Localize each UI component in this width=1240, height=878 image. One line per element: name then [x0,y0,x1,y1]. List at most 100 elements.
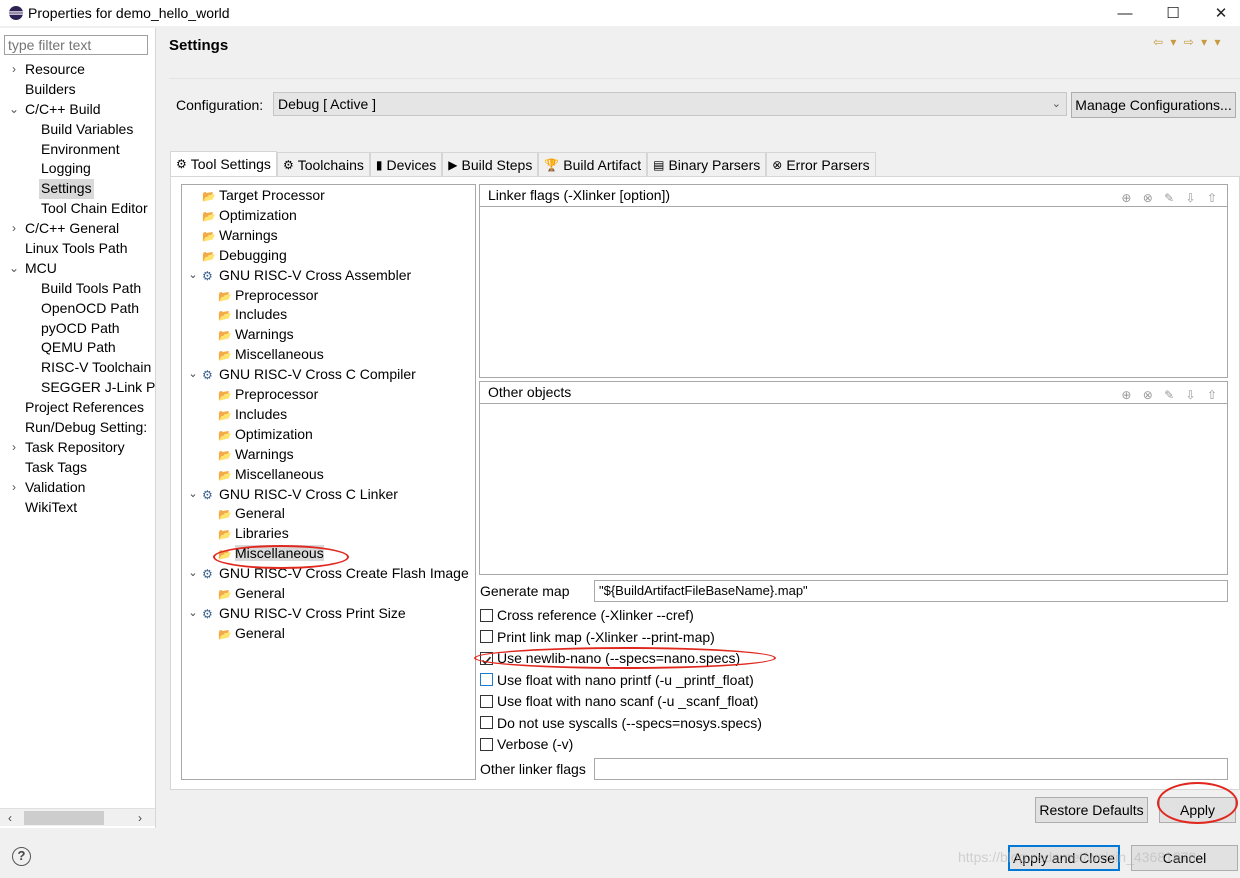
tab-toolchains[interactable]: ⚙ Toolchains [276,152,370,176]
nav-item-environment[interactable]: Environment [0,140,155,160]
nav-item-task-repository[interactable]: › Task Repository [0,438,155,458]
nav-item-build-variables[interactable]: Build Variables [0,120,155,140]
scroll-left-arrow-icon[interactable]: ‹ [2,809,18,827]
chevron-down-icon[interactable]: ⌄ [187,365,199,385]
checkbox[interactable] [480,608,493,622]
nav-item-c-c-general[interactable]: › C/C++ General [0,219,155,239]
other-objects-list[interactable]: Other objects ⊕ ⊗ ✎ ⇩ ⇧ [479,381,1228,575]
nav-item-pyocd-path[interactable]: pyOCD Path [0,319,155,339]
nav-item-logging[interactable]: Logging [0,159,155,179]
tree-item-gnu-risc-v-cross-c-compiler[interactable]: ⌄ ⚙ GNU RISC-V Cross C Compiler [188,365,415,385]
tree-item-gnu-risc-v-cross-assembler[interactable]: ⌄ ⚙ GNU RISC-V Cross Assembler [188,266,411,286]
tab-error-parsers[interactable]: ⊗ Error Parsers [766,152,876,176]
tree-item-optimization[interactable]: 📂 Optimization [202,206,297,226]
nav-item-tool-chain-editor[interactable]: Tool Chain Editor [0,199,155,219]
checkbox[interactable] [480,673,493,686]
close-button[interactable]: ✕ [1197,0,1240,26]
nav-item-openocd-path[interactable]: OpenOCD Path [0,299,155,319]
list-toolbar-icons[interactable]: ⊕ ⊗ ✎ ⇩ ⇧ [1121,385,1221,406]
nav-item-mcu[interactable]: ⌄ MCU [0,259,155,279]
scrollbar-thumb[interactable] [24,811,104,825]
checkbox[interactable] [480,630,493,643]
tree-item-miscellaneous[interactable]: 📂 Miscellaneous [218,345,324,365]
checkbox-row[interactable]: Use float with nano printf (-u _printf_f… [480,670,754,690]
configuration-value: Debug [ Active ] [278,96,377,112]
nav-item-risc-v-toolchain[interactable]: RISC-V Toolchain [0,358,155,378]
restore-defaults-button[interactable]: Restore Defaults [1035,797,1148,823]
maximize-button[interactable]: ☐ [1149,0,1197,26]
nav-item-c-c-build[interactable]: ⌄ C/C++ Build [0,100,155,120]
chevron-right-icon[interactable]: › [8,438,20,458]
tree-item-gnu-risc-v-cross-print-size[interactable]: ⌄ ⚙ GNU RISC-V Cross Print Size [188,604,405,624]
list-toolbar-icons[interactable]: ⊕ ⊗ ✎ ⇩ ⇧ [1121,188,1221,209]
tree-item-preprocessor[interactable]: 📂 Preprocessor [218,286,318,306]
tree-item-miscellaneous[interactable]: 📂 Miscellaneous [218,465,324,485]
chevron-right-icon[interactable]: › [8,219,20,239]
nav-item-builders[interactable]: Builders [0,80,155,100]
tab-build-steps[interactable]: ▶ Build Steps [442,152,539,176]
checkbox-row[interactable]: Do not use syscalls (--specs=nosys.specs… [480,713,762,733]
nav-item-task-tags[interactable]: Task Tags [0,458,155,478]
checkbox[interactable] [480,716,493,729]
checkbox-checked[interactable] [480,651,493,665]
checkbox-row[interactable]: Print link map (-Xlinker --print-map) [480,627,715,647]
chevron-down-icon[interactable]: ⌄ [187,604,199,624]
configuration-select[interactable]: Debug [ Active ] ⌄ [273,92,1067,116]
chevron-down-icon[interactable]: ⌄ [8,100,20,120]
checkbox-row[interactable]: Use float with nano scanf (-u _scanf_flo… [480,691,758,711]
tree-item-includes[interactable]: 📂 Includes [218,305,287,325]
chevron-right-icon[interactable]: › [8,478,20,498]
tree-item-gnu-risc-v-cross-create-flash-image[interactable]: ⌄ ⚙ GNU RISC-V Cross Create Flash Image [188,564,468,584]
tree-item-preprocessor[interactable]: 📂 Preprocessor [218,385,318,405]
chevron-down-icon[interactable]: ⌄ [187,564,199,584]
nav-item-segger-j-link-pa[interactable]: SEGGER J-Link Pa [0,378,155,398]
chevron-down-icon[interactable]: ⌄ [187,266,199,286]
manage-configurations-button[interactable]: Manage Configurations... [1071,92,1236,118]
tree-item-includes[interactable]: 📂 Includes [218,405,287,425]
tree-item-debugging[interactable]: 📂 Debugging [202,246,287,266]
chevron-right-icon[interactable]: › [8,60,20,80]
tab-devices[interactable]: ▮ Devices [369,152,443,176]
checkbox-row[interactable]: Verbose (-v) [480,734,573,754]
tree-item-gnu-risc-v-cross-c-linker[interactable]: ⌄ ⚙ GNU RISC-V Cross C Linker [188,485,398,505]
nav-item-resource[interactable]: › Resource [0,60,155,80]
apply-button[interactable]: Apply [1159,797,1236,823]
generate-map-input[interactable]: "${BuildArtifactFileBaseName}.map" [594,580,1228,602]
tab-build-artifact[interactable]: 🏆 Build Artifact [538,152,648,176]
filter-input[interactable] [4,35,148,55]
nav-item-qemu-path[interactable]: QEMU Path [0,338,155,358]
nav-item-settings[interactable]: Settings [0,179,155,200]
tree-item-general[interactable]: 📂 General [218,584,285,604]
checkbox-row[interactable]: Cross reference (-Xlinker --cref) [480,605,694,625]
tree-item-miscellaneous[interactable]: 📂 Miscellaneous [218,544,324,564]
nav-item-project-references[interactable]: Project References [0,398,155,418]
linker-flags-list[interactable]: Linker flags (-Xlinker [option]) ⊕ ⊗ ✎ ⇩… [479,184,1228,378]
checkbox[interactable] [480,737,493,751]
other-linker-flags-input[interactable] [594,758,1228,780]
tree-item-general[interactable]: 📂 General [218,624,285,644]
nav-item-run-debug-setting[interactable]: Run/Debug Setting: [0,418,155,438]
nav-item-build-tools-path[interactable]: Build Tools Path [0,279,155,299]
chevron-down-icon[interactable]: ⌄ [8,259,20,279]
nav-item-linux-tools-path[interactable]: Linux Tools Path [0,239,155,259]
checkbox-row[interactable]: Use newlib-nano (--specs=nano.specs) [480,648,740,668]
tree-item-target-processor[interactable]: 📂 Target Processor [202,186,325,206]
tree-item-optimization[interactable]: 📂 Optimization [218,425,313,445]
minimize-button[interactable]: — [1101,0,1149,26]
help-icon[interactable]: ? [12,847,31,866]
tree-item-warnings[interactable]: 📂 Warnings [218,325,294,345]
nav-horizontal-scrollbar[interactable]: ‹ › [0,808,155,826]
nav-item-wikitext[interactable]: WikiText [0,498,155,518]
scroll-right-arrow-icon[interactable]: › [132,809,148,827]
tree-item-libraries[interactable]: 📂 Libraries [218,524,289,544]
tree-item-warnings[interactable]: 📂 Warnings [218,445,294,465]
nav-item-validation[interactable]: › Validation [0,478,155,498]
tree-item-warnings[interactable]: 📂 Warnings [202,226,278,246]
tree-item-general[interactable]: 📂 General [218,504,285,524]
chevron-down-icon[interactable]: ⌄ [187,485,199,505]
checkbox[interactable] [480,694,493,708]
tab-binary-parsers[interactable]: ▤ Binary Parsers [647,152,767,176]
property-nav-panel: › Resource Builders ⌄ C/C++ Build Build Varia… [0,28,156,828]
back-forward-arrows-icon[interactable]: ⇦ ▾ ⇨ ▾ ▾ [1153,35,1223,49]
tab-tool-settings[interactable]: ⚙ Tool Settings [170,151,277,176]
